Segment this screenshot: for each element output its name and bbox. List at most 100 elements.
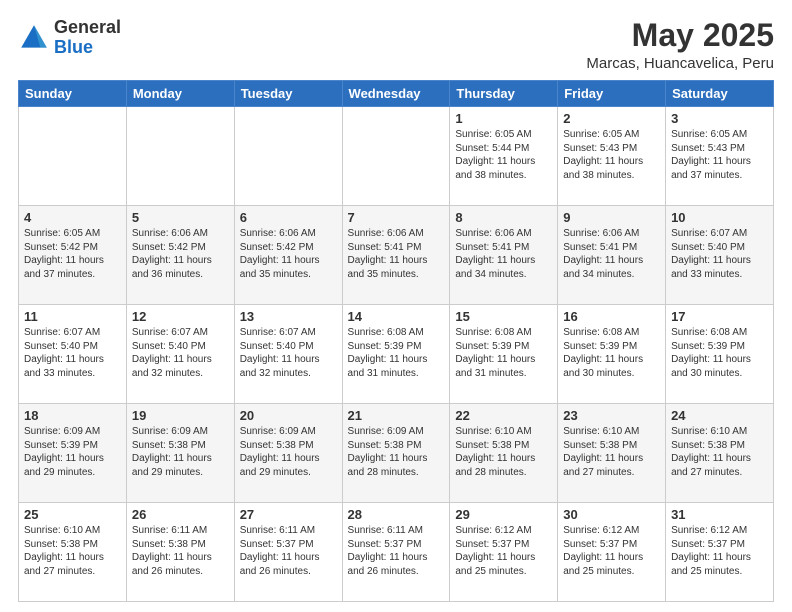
day-number: 27 [240,507,337,522]
day-number: 5 [132,210,229,225]
day-cell: 1 Sunrise: 6:05 AM Sunset: 5:44 PM Daylig… [450,107,558,206]
day-info: Sunrise: 6:12 AM Sunset: 5:37 PM Dayligh… [671,524,768,578]
logo-icon [18,22,50,54]
day-number: 7 [348,210,445,225]
title-area: May 2025 Marcas, Huancavelica, Peru [586,18,774,72]
day-cell: 25 Sunrise: 6:10 AM Sunset: 5:38 PM Dayli… [19,503,127,602]
day-info: Sunrise: 6:07 AM Sunset: 5:40 PM Dayligh… [671,227,768,281]
day-cell: 5 Sunrise: 6:06 AM Sunset: 5:42 PM Daylig… [126,206,234,305]
weekday-header-thursday: Thursday [450,81,558,107]
day-cell: 21 Sunrise: 6:09 AM Sunset: 5:38 PM Dayli… [342,404,450,503]
day-info: Sunrise: 6:05 AM Sunset: 5:43 PM Dayligh… [671,128,768,182]
day-info: Sunrise: 6:07 AM Sunset: 5:40 PM Dayligh… [24,326,121,380]
week-row-3: 11 Sunrise: 6:07 AM Sunset: 5:40 PM Dayli… [19,305,774,404]
day-info: Sunrise: 6:08 AM Sunset: 5:39 PM Dayligh… [348,326,445,380]
day-number: 16 [563,309,660,324]
weekday-header-monday: Monday [126,81,234,107]
weekday-header-saturday: Saturday [666,81,774,107]
day-number: 19 [132,408,229,423]
day-info: Sunrise: 6:11 AM Sunset: 5:37 PM Dayligh… [348,524,445,578]
day-cell: 30 Sunrise: 6:12 AM Sunset: 5:37 PM Dayli… [558,503,666,602]
day-cell: 2Sunrise: 6:05 AM Sunset: 5:43 PM Daylig… [558,107,666,206]
day-cell: 24 Sunrise: 6:10 AM Sunset: 5:38 PM Dayli… [666,404,774,503]
day-info: Sunrise: 6:06 AM Sunset: 5:41 PM Dayligh… [563,227,660,281]
day-cell: 26 Sunrise: 6:11 AM Sunset: 5:38 PM Dayli… [126,503,234,602]
day-number: 14 [348,309,445,324]
weekday-header-tuesday: Tuesday [234,81,342,107]
calendar-table: SundayMondayTuesdayWednesdayThursdayFrid… [18,80,774,602]
day-info: Sunrise: 6:09 AM Sunset: 5:39 PM Dayligh… [24,425,121,479]
day-info: Sunrise: 6:07 AM Sunset: 5:40 PM Dayligh… [240,326,337,380]
day-cell: 6Sunrise: 6:06 AM Sunset: 5:42 PM Daylig… [234,206,342,305]
calendar-body: 1 Sunrise: 6:05 AM Sunset: 5:44 PM Daylig… [19,107,774,602]
week-row-5: 25 Sunrise: 6:10 AM Sunset: 5:38 PM Dayli… [19,503,774,602]
day-number: 31 [671,507,768,522]
day-number: 3 [671,111,768,126]
day-number: 13 [240,309,337,324]
day-info: Sunrise: 6:05 AM Sunset: 5:44 PM Dayligh… [455,128,552,182]
logo-area: General Blue [18,18,121,58]
week-row-1: 1 Sunrise: 6:05 AM Sunset: 5:44 PM Daylig… [19,107,774,206]
day-number: 25 [24,507,121,522]
day-info: Sunrise: 6:06 AM Sunset: 5:42 PM Dayligh… [240,227,337,281]
weekday-header-sunday: Sunday [19,81,127,107]
day-cell: 19Sunrise: 6:09 AM Sunset: 5:38 PM Dayli… [126,404,234,503]
day-number: 24 [671,408,768,423]
day-cell: 16Sunrise: 6:08 AM Sunset: 5:39 PM Dayli… [558,305,666,404]
day-info: Sunrise: 6:09 AM Sunset: 5:38 PM Dayligh… [348,425,445,479]
day-number: 4 [24,210,121,225]
day-info: Sunrise: 6:11 AM Sunset: 5:38 PM Dayligh… [132,524,229,578]
day-cell [342,107,450,206]
day-number: 1 [455,111,552,126]
day-cell: 18Sunrise: 6:09 AM Sunset: 5:39 PM Dayli… [19,404,127,503]
month-title: May 2025 [586,18,774,53]
day-cell [19,107,127,206]
day-number: 15 [455,309,552,324]
logo-blue-label: Blue [54,38,121,58]
day-number: 11 [24,309,121,324]
day-info: Sunrise: 6:05 AM Sunset: 5:42 PM Dayligh… [24,227,121,281]
weekday-header-row: SundayMondayTuesdayWednesdayThursdayFrid… [19,81,774,107]
day-cell: 12 Sunrise: 6:07 AM Sunset: 5:40 PM Dayli… [126,305,234,404]
day-info: Sunrise: 6:10 AM Sunset: 5:38 PM Dayligh… [24,524,121,578]
day-info: Sunrise: 6:12 AM Sunset: 5:37 PM Dayligh… [455,524,552,578]
day-number: 22 [455,408,552,423]
day-info: Sunrise: 6:10 AM Sunset: 5:38 PM Dayligh… [455,425,552,479]
day-info: Sunrise: 6:10 AM Sunset: 5:38 PM Dayligh… [563,425,660,479]
location-title: Marcas, Huancavelica, Peru [586,55,774,72]
day-info: Sunrise: 6:09 AM Sunset: 5:38 PM Dayligh… [240,425,337,479]
day-number: 2 [563,111,660,126]
day-info: Sunrise: 6:06 AM Sunset: 5:42 PM Dayligh… [132,227,229,281]
day-cell [126,107,234,206]
day-number: 17 [671,309,768,324]
day-cell: 15Sunrise: 6:08 AM Sunset: 5:39 PM Dayli… [450,305,558,404]
day-cell: 9 Sunrise: 6:06 AM Sunset: 5:41 PM Daylig… [558,206,666,305]
day-number: 30 [563,507,660,522]
day-info: Sunrise: 6:12 AM Sunset: 5:37 PM Dayligh… [563,524,660,578]
day-number: 12 [132,309,229,324]
day-cell: 10 Sunrise: 6:07 AM Sunset: 5:40 PM Dayli… [666,206,774,305]
day-info: Sunrise: 6:07 AM Sunset: 5:40 PM Dayligh… [132,326,229,380]
day-cell: 23Sunrise: 6:10 AM Sunset: 5:38 PM Dayli… [558,404,666,503]
calendar-header: SundayMondayTuesdayWednesdayThursdayFrid… [19,81,774,107]
day-number: 28 [348,507,445,522]
day-number: 29 [455,507,552,522]
day-number: 10 [671,210,768,225]
day-number: 20 [240,408,337,423]
day-cell: 27 Sunrise: 6:11 AM Sunset: 5:37 PM Dayli… [234,503,342,602]
day-number: 8 [455,210,552,225]
day-cell: 13 Sunrise: 6:07 AM Sunset: 5:40 PM Dayli… [234,305,342,404]
day-number: 21 [348,408,445,423]
header: General Blue May 2025 Marcas, Huancaveli… [18,18,774,72]
weekday-header-friday: Friday [558,81,666,107]
day-number: 26 [132,507,229,522]
day-cell [234,107,342,206]
day-info: Sunrise: 6:11 AM Sunset: 5:37 PM Dayligh… [240,524,337,578]
day-number: 9 [563,210,660,225]
day-info: Sunrise: 6:06 AM Sunset: 5:41 PM Dayligh… [348,227,445,281]
day-cell: 8Sunrise: 6:06 AM Sunset: 5:41 PM Daylig… [450,206,558,305]
week-row-2: 4 Sunrise: 6:05 AM Sunset: 5:42 PM Daylig… [19,206,774,305]
day-cell: 17Sunrise: 6:08 AM Sunset: 5:39 PM Dayli… [666,305,774,404]
day-info: Sunrise: 6:10 AM Sunset: 5:38 PM Dayligh… [671,425,768,479]
day-cell: 20 Sunrise: 6:09 AM Sunset: 5:38 PM Dayli… [234,404,342,503]
